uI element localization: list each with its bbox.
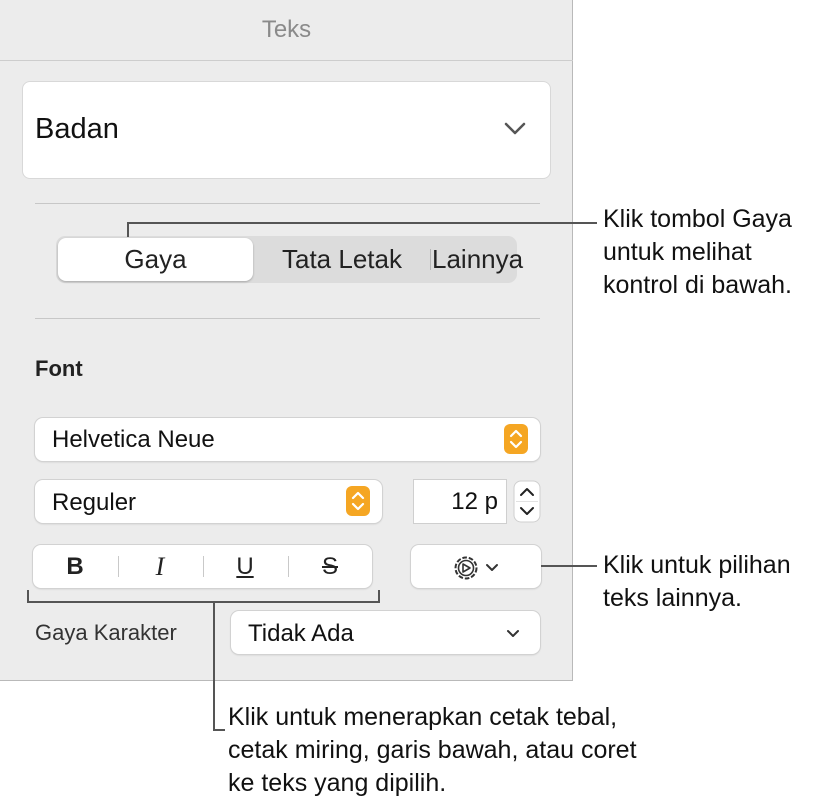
character-style-popup[interactable]: Tidak Ada [231,611,540,654]
tab-tata-letak[interactable]: Tata Letak [256,236,428,283]
callout-line [27,601,380,603]
font-size-value: 12 p [451,488,498,515]
callout-text: Klik tombol Gaya [603,205,792,233]
chevron-down-icon [507,630,519,637]
font-section-label: Font [35,356,83,381]
callout-line [541,565,597,567]
font-size-stepper[interactable] [513,480,541,523]
advanced-options-button[interactable] [411,545,541,588]
tab-separator [430,249,431,270]
callout-tabs: Klik tombol Gaya untuk melihat kontrol d… [603,203,792,302]
callout-line [213,729,225,731]
tab-segmented-control: Gaya Tata Letak Lainnya [56,236,523,283]
paragraph-style-label: Badan [35,113,119,145]
panel-title: Teks [261,16,312,43]
callout-format: Klik untuk menerapkan cetak tebal, cetak… [228,701,637,800]
section-divider [35,203,540,204]
callout-options: Klik untuk pilihan teks lainnya. [603,549,791,615]
italic-button[interactable]: I [118,545,202,588]
chevron-down-icon [486,564,498,571]
title-divider [0,60,573,61]
callout-text: teks lainnya. [603,584,742,612]
chevron-down-icon [504,122,526,135]
font-family-value: Helvetica Neue [52,426,215,453]
callout-text: Klik untuk pilihan [603,551,791,579]
paragraph-style-popup[interactable]: Badan [22,81,551,179]
tab-gaya[interactable]: Gaya [58,238,253,281]
gear-icon [454,556,478,580]
callout-text: ke teks yang dipilih. [228,769,447,797]
typeface-value: Reguler [52,489,137,516]
callout-text: cetak miring, garis bawah, atau coret [228,736,637,764]
text-format-panel: Teks Badan Gaya Tata Letak Lainnya Font … [0,0,573,681]
callout-line [213,601,215,731]
font-size-field[interactable]: 12 p [414,480,506,523]
character-style-value: Tidak Ada [248,620,354,647]
underline-button[interactable]: U [203,545,287,588]
bold-button[interactable]: B [33,545,117,588]
callout-line [127,223,129,237]
typeface-popup[interactable]: Reguler [35,480,382,523]
callout-text: kontrol di bawah. [603,271,793,299]
font-family-popup[interactable]: Helvetica Neue [35,418,540,461]
callout-text: Klik untuk menerapkan cetak tebal, [228,703,618,731]
callout-line [127,222,597,224]
section-divider [35,318,540,319]
character-style-label: Gaya Karakter [35,620,177,645]
strikethrough-button[interactable]: S [288,545,372,588]
tab-lainnya[interactable]: Lainnya [432,236,523,283]
popup-arrows-icon [504,424,528,454]
callout-text: untuk melihat [603,238,752,266]
text-format-buttons: B I U S [33,545,372,588]
popup-arrows-icon [346,486,370,516]
